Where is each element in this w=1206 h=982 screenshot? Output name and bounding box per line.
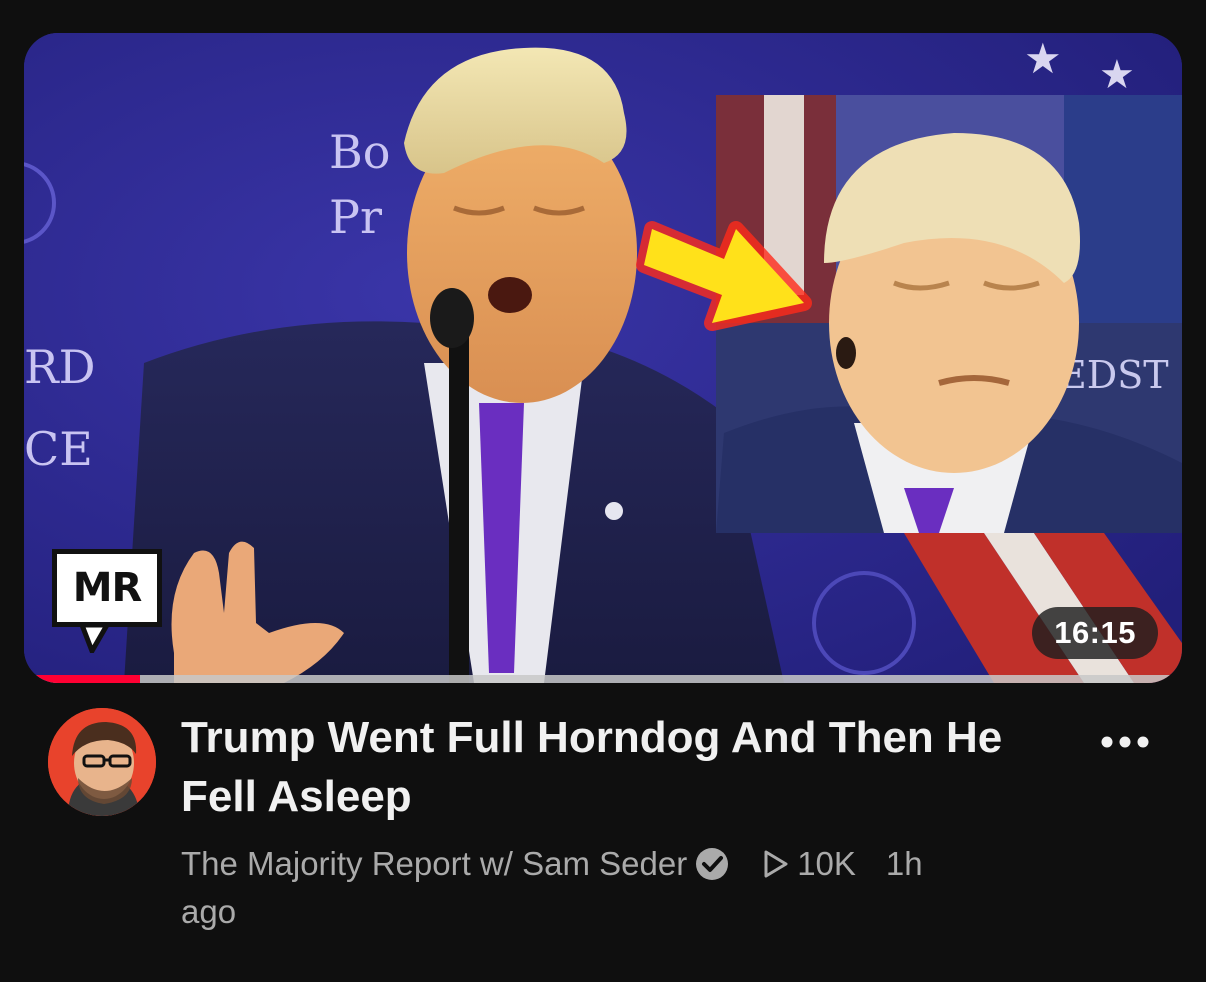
svg-text:★: ★	[1024, 35, 1062, 82]
thumbnail-image: RD CE Bo Pr ★ ★ EDST	[24, 33, 1182, 683]
backdrop-text-3: Bo	[329, 125, 391, 179]
video-title[interactable]: Trump Went Full Horndog And Then He Fell…	[181, 708, 1041, 826]
video-metadata: The Majority Report w/ Sam Seder 10K 1h a…	[181, 840, 1061, 936]
play-triangle-icon	[764, 850, 788, 878]
backdrop-text-1: RD	[24, 340, 96, 394]
channel-watermark-badge: MR	[52, 549, 162, 653]
watermark-text: MR	[52, 549, 162, 627]
view-count: 10K	[797, 845, 856, 882]
more-options-button[interactable]	[1090, 720, 1160, 764]
upload-age: 1h	[885, 845, 923, 882]
video-thumbnail[interactable]: RD CE Bo Pr ★ ★ EDST MR 16:15	[24, 33, 1182, 683]
backdrop-text-4: Pr	[329, 190, 382, 244]
backdrop-text-2: CE	[24, 422, 93, 476]
duration-badge: 16:15	[1032, 607, 1158, 659]
svg-text:★: ★	[1099, 53, 1135, 97]
channel-name[interactable]: The Majority Report w/ Sam Seder	[181, 845, 687, 882]
inset-backdrop-text: EDST	[1059, 353, 1169, 397]
watch-progress-fill	[24, 675, 140, 683]
more-dots-icon	[1101, 736, 1149, 748]
channel-avatar[interactable]	[48, 708, 156, 816]
watch-progress-bar	[24, 675, 1182, 683]
verified-check-icon	[696, 848, 729, 880]
upload-age-suffix: ago	[181, 893, 237, 930]
video-card[interactable]: RD CE Bo Pr ★ ★ EDST MR 16:15 Trump Went…	[0, 0, 1206, 982]
